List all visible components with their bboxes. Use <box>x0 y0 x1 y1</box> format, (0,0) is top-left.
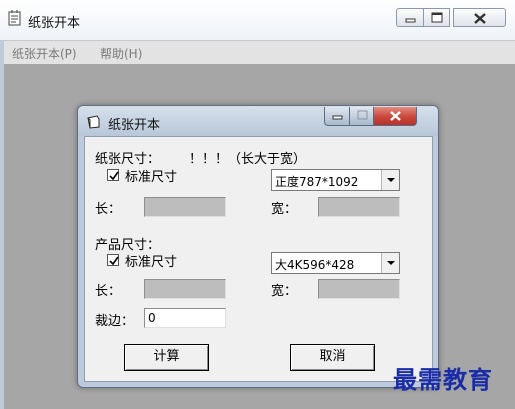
main-menubar: 纸张开本(P) 帮助(H) <box>4 40 515 64</box>
product-length-field[interactable] <box>144 279 226 299</box>
main-window-title: 纸张开本 <box>28 16 81 31</box>
notepad-icon <box>8 10 22 26</box>
minimize-button[interactable] <box>396 8 424 27</box>
paper-size-label: 纸张尺寸： <box>95 152 161 167</box>
trim-value: 0 <box>148 311 156 325</box>
chevron-down-icon[interactable] <box>381 253 399 273</box>
paper-standard-checkbox[interactable] <box>107 169 119 181</box>
trim-label: 裁边： <box>95 314 135 329</box>
main-titlebar: 纸张开本 <box>0 0 515 40</box>
product-width-label: 宽： <box>271 284 298 299</box>
paper-format-dialog: 纸张开本 纸张尺寸： ！！！（长大于宽） 标准尺寸 正度787*1092 长： <box>77 105 439 388</box>
watermark-text: 最需教育 <box>393 365 493 394</box>
product-length-label: 长： <box>95 284 122 299</box>
maximize-button[interactable] <box>423 8 450 27</box>
dialog-app-icon <box>87 115 101 132</box>
product-standard-label: 标准尺寸 <box>125 255 178 270</box>
paper-width-field[interactable] <box>318 197 400 217</box>
chevron-down-icon[interactable] <box>381 170 399 190</box>
paper-standard-select-value: 正度787*1092 <box>275 175 359 189</box>
product-width-field[interactable] <box>318 279 400 299</box>
product-standard-select[interactable]: 大4K596*428 <box>271 252 400 274</box>
paper-size-hint: ！！！（长大于宽） <box>189 152 307 167</box>
paper-length-field[interactable] <box>144 197 226 217</box>
product-standard-select-value: 大4K596*428 <box>275 258 355 272</box>
dialog-titlebar[interactable]: 纸张开本 <box>78 106 438 136</box>
dialog-title: 纸张开本 <box>108 118 161 133</box>
paper-length-label: 长： <box>95 202 122 217</box>
paper-standard-select[interactable]: 正度787*1092 <box>271 169 400 191</box>
dialog-maximize-button[interactable] <box>349 107 374 126</box>
product-standard-checkbox[interactable] <box>107 254 119 266</box>
dialog-minimize-button[interactable] <box>324 107 350 126</box>
dialog-close-button[interactable] <box>373 107 417 126</box>
paper-width-label: 宽： <box>271 202 298 217</box>
menu-help[interactable]: 帮助(H) <box>100 45 142 62</box>
paper-standard-label: 标准尺寸 <box>125 170 178 185</box>
cancel-button[interactable]: 取消 <box>290 344 375 371</box>
trim-field[interactable]: 0 <box>144 308 226 328</box>
dialog-client-area: 纸张尺寸： ！！！（长大于宽） 标准尺寸 正度787*1092 长： 宽： 产品… <box>84 136 433 382</box>
close-button[interactable] <box>453 8 506 27</box>
menu-paper-format[interactable]: 纸张开本(P) <box>12 45 77 62</box>
calculate-button[interactable]: 计算 <box>124 344 209 371</box>
